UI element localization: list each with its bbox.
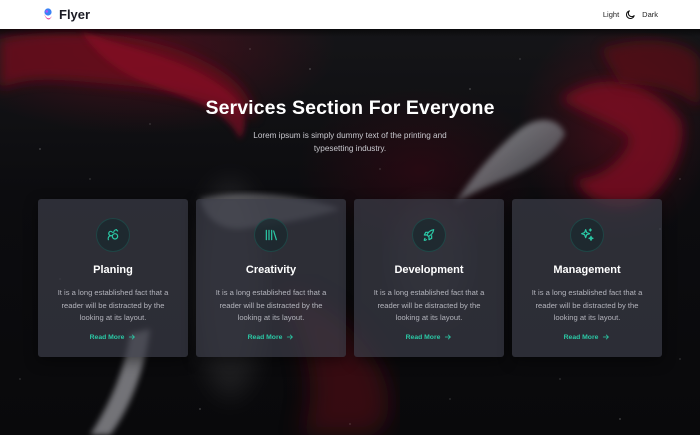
read-more-label: Read More [89,334,125,342]
card-title: Planing [93,264,133,276]
read-more-link[interactable]: Read More [564,333,611,343]
card-description: It is a long established fact that a rea… [373,288,485,323]
read-more-link[interactable]: Read More [248,333,295,343]
read-more-label: Read More [405,334,441,342]
service-card-planing: Planing It is a long established fact th… [38,199,188,357]
arrow-right-icon [444,333,452,343]
theme-dark-option[interactable]: Dark [642,10,658,19]
section-title: Services Section For Everyone [205,97,495,119]
navbar: Flyer Light Dark [0,0,700,29]
read-more-link[interactable]: Read More [90,333,137,343]
card-title: Development [394,264,464,276]
read-more-label: Read More [247,334,283,342]
card-title: Creativity [245,264,297,276]
arrow-right-icon [286,333,294,343]
section-subtitle: Lorem ipsum is simply dummy text of the … [253,131,447,153]
service-card-management: Management It is a long established fact… [512,199,662,357]
card-title: Management [553,264,621,276]
brand[interactable]: Flyer [42,7,90,22]
sparkles-icon [570,218,604,252]
card-description: It is a long established fact that a rea… [531,288,643,323]
read-more-link[interactable]: Read More [406,333,453,343]
creativity-icon [254,218,288,252]
card-description: It is a long established fact that a rea… [57,288,169,323]
planning-icon [96,218,130,252]
header-shadow [0,29,700,37]
service-card-development: Development It is a long established fac… [354,199,504,357]
read-more-label: Read More [563,334,599,342]
arrow-right-icon [128,333,136,343]
rocket-icon [412,218,446,252]
services-cards: Planing It is a long established fact th… [38,199,662,357]
theme-light-option[interactable]: Light [603,10,619,19]
brand-name: Flyer [59,7,91,22]
services-hero: Services Section For Everyone Lorem ipsu… [0,29,700,435]
moon-icon[interactable] [625,9,636,20]
arrow-right-icon [602,333,610,343]
logo-icon [42,7,54,22]
card-description: It is a long established fact that a rea… [215,288,327,323]
service-card-creativity: Creativity It is a long established fact… [196,199,346,357]
theme-switch: Light Dark [603,9,658,20]
